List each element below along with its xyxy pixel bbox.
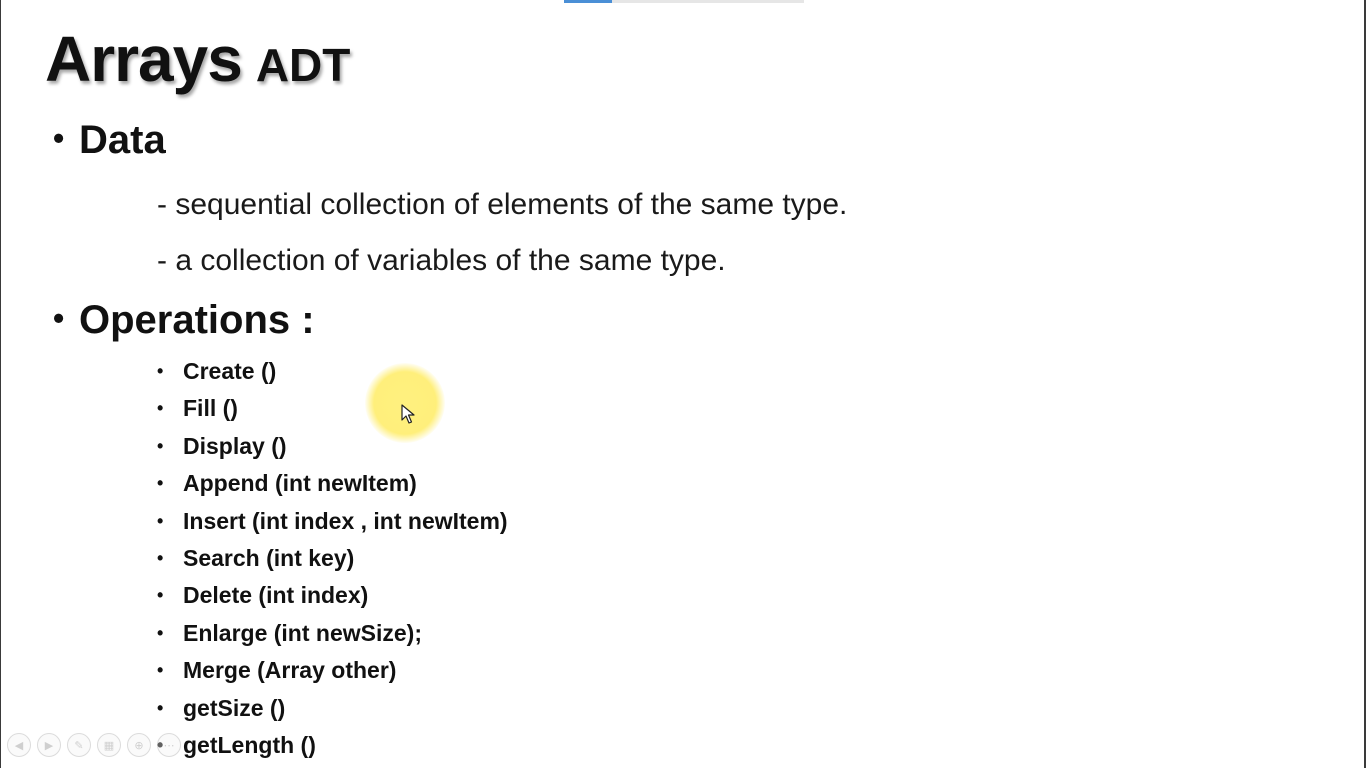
- section-operations-heading: • Operations :: [53, 298, 315, 343]
- bullet-icon: •: [157, 660, 164, 681]
- section-data-heading: • Data: [53, 118, 166, 163]
- bullet-icon: •: [157, 622, 164, 643]
- section-heading: Operations :: [79, 298, 315, 342]
- title-suffix: ADT: [255, 39, 351, 91]
- operation-label: Append (int newItem): [183, 470, 417, 497]
- operation-item: • Fill (): [157, 391, 508, 428]
- operation-label: Search (int key): [183, 544, 355, 571]
- bullet-icon: •: [157, 547, 164, 568]
- operation-item: • Delete (int index): [157, 578, 508, 615]
- section-heading: Data: [79, 118, 166, 162]
- data-description-line: - sequential collection of elements of t…: [157, 188, 848, 221]
- operation-label: Delete (int index): [183, 582, 369, 609]
- data-description-line: - a collection of variables of the same …: [157, 244, 726, 277]
- operation-item: • Merge (Array other): [157, 653, 508, 690]
- slide-progress-fill: [564, 0, 612, 3]
- pen-icon[interactable]: ✎: [67, 733, 91, 757]
- mouse-cursor-icon: [401, 404, 415, 424]
- bullet-icon: •: [157, 510, 164, 531]
- title-main: Arrays: [45, 23, 243, 95]
- operation-item: • Insert (int index , int newItem): [157, 504, 508, 541]
- operation-item: • Search (int key): [157, 541, 508, 578]
- operation-label: Merge (Array other): [183, 657, 397, 684]
- operation-label: Create (): [183, 358, 277, 384]
- operation-item: • Create (): [157, 354, 508, 391]
- more-icon[interactable]: ⋯: [157, 733, 181, 757]
- operation-item: • getSize (): [157, 691, 508, 728]
- bullet-icon: •: [53, 300, 65, 336]
- operation-label: Display (): [183, 432, 287, 459]
- operation-item: • Display (): [157, 429, 508, 466]
- operation-item: •getLength (): [157, 728, 508, 765]
- operation-label: Fill (): [183, 395, 238, 422]
- presenter-controls: ◀ ▶ ✎ ▦ ⊕ ⋯: [7, 733, 181, 759]
- slide: Arrays ADT • Data - sequential collection …: [0, 0, 1366, 768]
- pointer-highlight: [365, 363, 445, 443]
- bullet-icon: •: [157, 585, 164, 606]
- next-slide-icon[interactable]: ▶: [37, 733, 61, 757]
- operation-label: getSize (): [183, 694, 286, 721]
- operation-item: • Append (int newItem): [157, 466, 508, 503]
- slides-icon[interactable]: ▦: [97, 733, 121, 757]
- previous-slide-icon[interactable]: ◀: [7, 733, 31, 757]
- slide-progress-bar: [564, 0, 804, 3]
- operation-label: Insert (int index , int newItem): [183, 507, 508, 534]
- bullet-icon: •: [157, 435, 164, 456]
- zoom-icon[interactable]: ⊕: [127, 733, 151, 757]
- bullet-icon: •: [157, 697, 164, 718]
- bullet-icon: •: [157, 361, 164, 381]
- slide-title: Arrays ADT: [45, 22, 350, 96]
- operation-item: • Enlarge (int newSize);: [157, 616, 508, 653]
- operation-label: Enlarge (int newSize);: [183, 619, 422, 646]
- bullet-icon: •: [157, 473, 164, 494]
- operation-label: getLength (): [183, 731, 316, 758]
- bullet-icon: •: [157, 398, 164, 419]
- bullet-icon: •: [53, 120, 65, 156]
- operations-list: • Create () • Fill () • Display () • Append …: [157, 354, 508, 765]
